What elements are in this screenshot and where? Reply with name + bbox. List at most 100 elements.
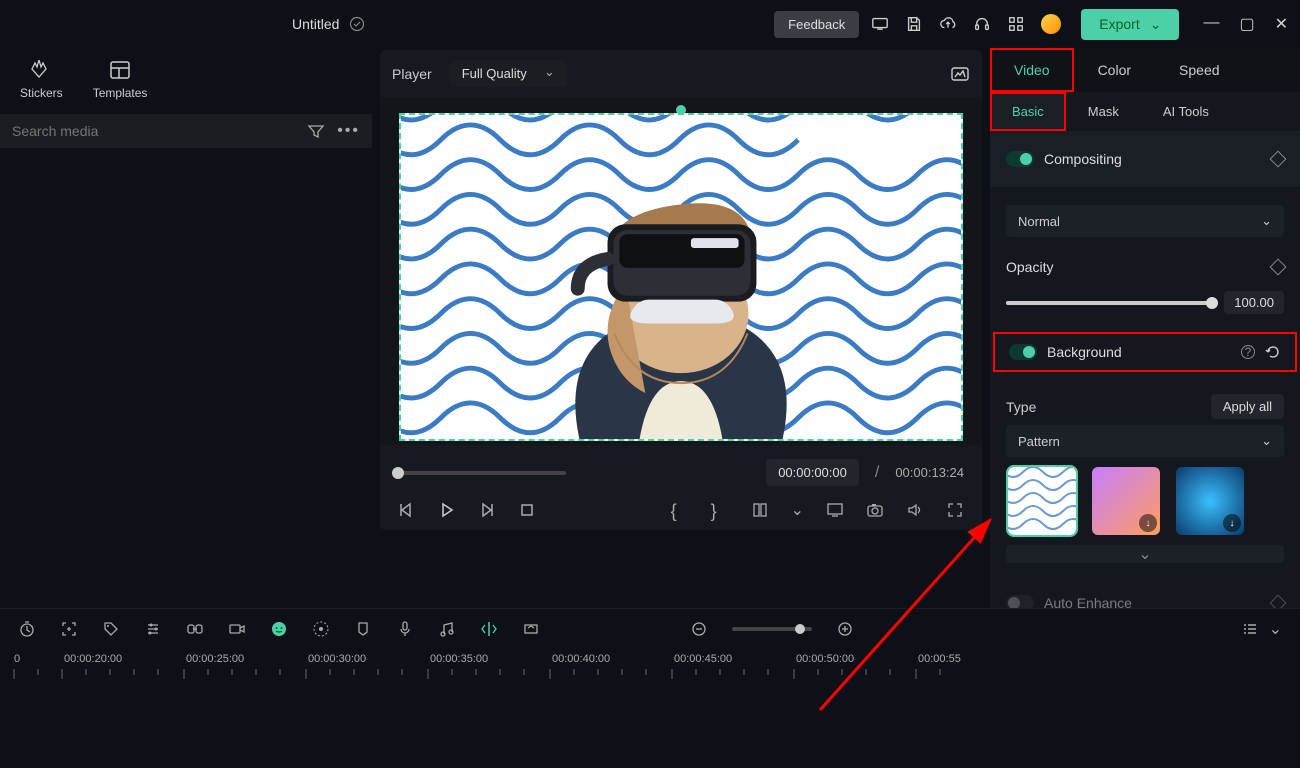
right-panel: Video Color Speed Basic Mask AI Tools Co… — [990, 48, 1300, 608]
camera-icon[interactable] — [866, 501, 884, 519]
filter-icon[interactable] — [307, 122, 325, 140]
total-time: 00:00:13:24 — [895, 465, 964, 480]
tab-speed[interactable]: Speed — [1155, 48, 1243, 92]
profile-avatar[interactable] — [1041, 14, 1061, 34]
opacity-label: Opacity — [1006, 259, 1262, 275]
record-icon[interactable] — [228, 620, 246, 638]
rotate-handle[interactable] — [676, 105, 686, 115]
timeline-ruler[interactable]: 0 00:00:20:00 00:00:25:00 00:00:30:00 00… — [0, 649, 1300, 665]
apps-grid-icon[interactable] — [1007, 15, 1025, 33]
mark-out-icon[interactable]: } — [711, 501, 729, 519]
prev-frame-button[interactable] — [398, 501, 416, 519]
time-separator: / — [875, 464, 879, 482]
adjust-icon[interactable] — [144, 620, 162, 638]
background-label: Background — [1047, 344, 1231, 360]
cloud-upload-icon[interactable] — [939, 15, 957, 33]
auto-enhance-label: Auto Enhance — [1044, 595, 1262, 608]
stickers-tab[interactable]: Stickers — [20, 60, 63, 100]
link-icon[interactable] — [186, 620, 204, 638]
auto-enhance-keyframe[interactable] — [1270, 595, 1287, 608]
focus-icon[interactable] — [60, 620, 78, 638]
background-toggle[interactable] — [1009, 344, 1037, 360]
bg-type-select[interactable]: Pattern⌄ — [1006, 425, 1284, 457]
minimize-button[interactable]: — — [1203, 14, 1219, 34]
templates-tab[interactable]: Templates — [93, 60, 148, 100]
blend-mode-select[interactable]: Normal⌄ — [1006, 205, 1284, 237]
background-reset-icon[interactable] — [1265, 344, 1281, 360]
subtab-mask[interactable]: Mask — [1066, 92, 1141, 131]
mic-icon[interactable] — [396, 620, 414, 638]
project-title: Untitled — [292, 16, 339, 32]
ruler-mark: 0 — [14, 653, 64, 665]
marker-icon[interactable] — [354, 620, 372, 638]
preview-canvas[interactable] — [399, 113, 963, 441]
volume-icon[interactable] — [906, 501, 924, 519]
compositing-keyframe[interactable] — [1270, 151, 1287, 168]
ai-face-icon[interactable] — [270, 620, 288, 638]
pattern-gradient[interactable]: ↓ — [1092, 467, 1160, 535]
ruler-ticks — [0, 669, 970, 683]
subtab-ai-tools[interactable]: AI Tools — [1141, 92, 1231, 131]
device-icon[interactable] — [871, 15, 889, 33]
download-icon: ↓ — [1139, 514, 1157, 532]
title-bar: Untitled Feedback Export⌄ — ▢ ✕ — [0, 0, 1300, 48]
templates-label: Templates — [93, 86, 148, 100]
apply-all-button[interactable]: Apply all — [1211, 394, 1284, 419]
stickers-label: Stickers — [20, 86, 63, 100]
feedback-button[interactable]: Feedback — [774, 11, 859, 38]
zoom-slider[interactable] — [732, 627, 812, 631]
auto-enhance-toggle[interactable] — [1006, 595, 1034, 608]
next-clip-button[interactable] — [478, 501, 496, 519]
timeline: ⌄ 0 00:00:20:00 00:00:25:00 00:00:30:00 … — [0, 608, 1300, 768]
zoom-in-icon[interactable] — [836, 620, 854, 638]
pattern-wavy[interactable] — [1008, 467, 1076, 535]
seek-slider[interactable] — [398, 471, 566, 475]
crop-icon[interactable] — [751, 501, 769, 519]
tab-color[interactable]: Color — [1074, 48, 1155, 92]
more-icon[interactable]: ••• — [337, 122, 360, 140]
ruler-mark: 00:00:40:00 — [552, 653, 674, 665]
mark-in-icon[interactable]: { — [671, 501, 689, 519]
stop-button[interactable] — [518, 501, 536, 519]
pattern-wave-blue[interactable]: ↓ — [1176, 467, 1244, 535]
background-help-icon[interactable]: ? — [1241, 345, 1255, 359]
expand-patterns[interactable]: ⌄ — [1006, 545, 1284, 563]
tag-icon[interactable] — [102, 620, 120, 638]
ruler-mark: 00:00:20:00 — [64, 653, 186, 665]
ruler-mark: 00:00:55 — [918, 653, 978, 665]
save-icon[interactable] — [905, 15, 923, 33]
subtab-basic[interactable]: Basic — [990, 92, 1066, 131]
ruler-mark: 00:00:25:00 — [186, 653, 308, 665]
quality-select[interactable]: Full Quality — [450, 60, 567, 87]
compositing-toggle[interactable] — [1006, 151, 1034, 167]
crop-dropdown-icon[interactable]: ⌄ — [791, 500, 804, 520]
zoom-out-icon[interactable] — [690, 620, 708, 638]
opacity-keyframe[interactable] — [1270, 259, 1287, 276]
export-button[interactable]: Export⌄ — [1081, 9, 1179, 40]
ruler-mark: 00:00:50:00 — [796, 653, 918, 665]
fullscreen-icon[interactable] — [946, 501, 964, 519]
tab-video[interactable]: Video — [990, 48, 1074, 92]
play-button[interactable] — [438, 501, 456, 519]
download-icon: ↓ — [1223, 514, 1241, 532]
maximize-button[interactable]: ▢ — [1239, 14, 1254, 34]
music-icon[interactable] — [438, 620, 456, 638]
compositing-label: Compositing — [1044, 151, 1262, 167]
list-dropdown-icon[interactable]: ⌄ — [1269, 619, 1282, 639]
list-view-icon[interactable] — [1241, 620, 1259, 638]
opacity-value[interactable]: 100.00 — [1224, 291, 1284, 314]
sync-status-icon — [349, 16, 365, 32]
display-icon[interactable] — [826, 501, 844, 519]
close-button[interactable]: ✕ — [1275, 14, 1288, 34]
split-icon[interactable] — [480, 620, 498, 638]
opacity-slider[interactable] — [1006, 301, 1212, 305]
headset-icon[interactable] — [973, 15, 991, 33]
aspect-icon[interactable] — [522, 620, 540, 638]
sparkle-icon[interactable] — [312, 620, 330, 638]
timer-icon[interactable] — [18, 620, 36, 638]
stickers-icon — [29, 60, 53, 80]
search-input[interactable] — [12, 123, 307, 139]
ruler-mark: 00:00:30:00 — [308, 653, 430, 665]
snapshot-icon[interactable] — [950, 65, 970, 83]
center-panel: Player Full Quality — [372, 48, 990, 608]
